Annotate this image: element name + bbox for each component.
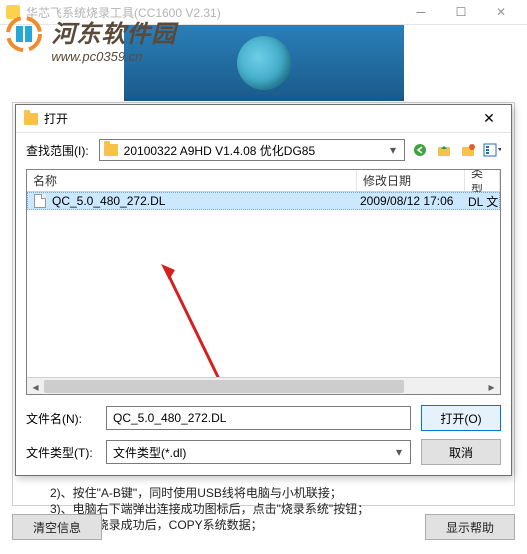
folder-icon <box>104 144 118 156</box>
cancel-button[interactable]: 取消 <box>421 439 501 465</box>
nav-newfolder-icon[interactable] <box>459 141 477 159</box>
nav-up-icon[interactable] <box>435 141 453 159</box>
open-button[interactable]: 打开(O) <box>421 405 501 431</box>
filetype-label: 文件类型(T): <box>26 444 96 461</box>
file-icon <box>34 194 46 208</box>
show-help-button[interactable]: 显示帮助 <box>425 514 515 540</box>
watermark-logo-icon <box>4 14 44 57</box>
file-row[interactable]: QC_5.0_480_272.DL 2009/08/12 17:06 DL 文件 <box>27 192 500 210</box>
watermark-text: 河东软件园 <box>51 14 176 49</box>
close-button[interactable]: ✕ <box>481 0 521 25</box>
chevron-down-icon: ▾ <box>392 445 406 459</box>
nav-viewmenu-icon[interactable] <box>483 141 501 159</box>
chevron-down-icon: ▾ <box>386 143 400 157</box>
scroll-left-icon[interactable]: ◂ <box>27 378 44 395</box>
file-date: 2009/08/12 17:06 <box>358 194 466 208</box>
clear-info-button[interactable]: 清空信息 <box>12 514 102 540</box>
col-type[interactable]: 类型 <box>465 170 500 191</box>
dialog-fields: 文件名(N): QC_5.0_480_272.DL 打开(O) 文件类型(T):… <box>16 399 511 475</box>
scroll-thumb[interactable] <box>44 380 404 393</box>
lookin-path: 20100322 A9HD V1.4.08 优化DG85 <box>124 142 386 159</box>
file-list-body[interactable]: QC_5.0_480_272.DL 2009/08/12 17:06 DL 文件 <box>27 192 500 377</box>
filename-value: QC_5.0_480_272.DL <box>113 411 226 425</box>
file-list-header: 名称 修改日期 类型 <box>27 170 500 192</box>
lookin-combo[interactable]: 20100322 A9HD V1.4.08 优化DG85 ▾ <box>99 139 405 161</box>
filename-input[interactable]: QC_5.0_480_272.DL <box>106 406 411 430</box>
file-type: DL 文件 <box>466 193 499 210</box>
annotation-arrow-icon <box>157 262 257 377</box>
file-name: QC_5.0_480_272.DL <box>50 194 358 208</box>
instruction-line-2: 2)、按住"A-B键"，同时使用USB线将电脑与小机联接； <box>50 485 369 501</box>
dialog-titlebar: 打开 ✕ <box>16 105 511 133</box>
col-name[interactable]: 名称 <box>27 170 357 191</box>
nav-back-icon[interactable] <box>411 141 429 159</box>
horizontal-scrollbar[interactable]: ◂ ▸ <box>27 377 500 394</box>
scroll-right-icon[interactable]: ▸ <box>483 378 500 395</box>
watermark: 河东软件园 www.pc0359.cn <box>4 14 176 64</box>
lookin-label: 查找范围(I): <box>26 142 89 159</box>
filetype-combo[interactable]: 文件类型(*.dl) ▾ <box>106 440 411 464</box>
folder-icon <box>24 113 38 125</box>
filename-label: 文件名(N): <box>26 410 96 427</box>
dialog-nav: 查找范围(I): 20100322 A9HD V1.4.08 优化DG85 ▾ <box>16 133 511 167</box>
file-list: 名称 修改日期 类型 QC_5.0_480_272.DL 2009/08/12 … <box>26 169 501 395</box>
watermark-url: www.pc0359.cn <box>51 49 176 64</box>
maximize-button[interactable]: ☐ <box>441 0 481 25</box>
minimize-button[interactable]: ─ <box>401 0 441 25</box>
open-file-dialog: 打开 ✕ 查找范围(I): 20100322 A9HD V1.4.08 优化DG… <box>15 104 512 476</box>
filetype-value: 文件类型(*.dl) <box>111 444 392 461</box>
dialog-close-button[interactable]: ✕ <box>475 109 503 129</box>
dialog-title: 打开 <box>44 110 475 127</box>
col-date[interactable]: 修改日期 <box>357 170 465 191</box>
bottom-bar: 清空信息 显示帮助 <box>12 514 515 544</box>
